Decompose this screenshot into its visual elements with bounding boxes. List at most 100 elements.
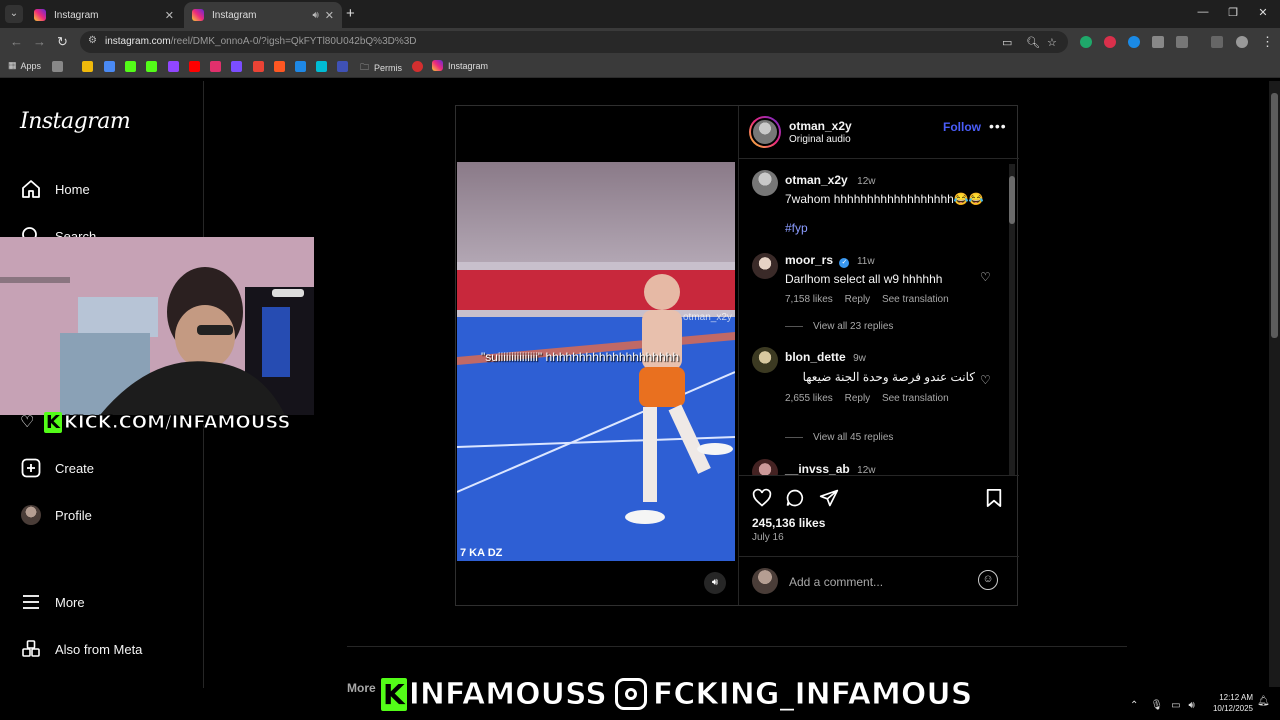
- more-options-icon[interactable]: •••: [989, 118, 1007, 134]
- zoom-icon[interactable]: 🔍︎: [1026, 36, 1040, 49]
- notification-bell-icon[interactable]: 🔔︎: [1257, 696, 1270, 707]
- comment-username[interactable]: otman_x2y: [785, 173, 848, 187]
- bookmark-icon[interactable]: [412, 61, 423, 72]
- emoji-picker-icon[interactable]: ☺: [978, 570, 998, 590]
- reply-button[interactable]: Reply: [845, 294, 871, 305]
- like-comment-icon[interactable]: ♡: [980, 373, 991, 387]
- author-avatar-ring[interactable]: [749, 116, 781, 148]
- likes-count[interactable]: 245,136 likes: [752, 516, 825, 530]
- bookmark-icon[interactable]: [295, 61, 306, 72]
- profile-avatar-icon[interactable]: [1236, 36, 1248, 48]
- close-tab-icon[interactable]: ✕: [325, 9, 334, 22]
- extension-icon[interactable]: [1152, 36, 1164, 48]
- comment-likes[interactable]: 7,158 likes: [785, 294, 833, 305]
- site-info-icon[interactable]: ⚙: [88, 35, 97, 46]
- volume-tray-icon[interactable]: 🔊︎: [1189, 700, 1195, 711]
- tab-search-button[interactable]: ⌄: [5, 5, 23, 23]
- minimize-button[interactable]: —: [1188, 6, 1218, 18]
- browser-tab[interactable]: Instagram ✕: [26, 2, 182, 28]
- cast-icon[interactable]: ▭: [1002, 36, 1012, 49]
- kick-bookmark-icon[interactable]: [125, 61, 136, 72]
- system-clock[interactable]: 12:12 AM 10/12/2025: [1203, 692, 1253, 714]
- extensions-puzzle-icon[interactable]: [1176, 36, 1188, 48]
- like-heart-icon[interactable]: [752, 488, 772, 513]
- comment-meta: 7,158 likes Reply See translation: [785, 294, 985, 305]
- network-icon[interactable]: ▭: [1171, 700, 1180, 711]
- audio-playing-icon[interactable]: 🔊︎: [312, 10, 318, 21]
- bookmark-icon[interactable]: [82, 61, 93, 72]
- follow-button[interactable]: Follow: [943, 120, 981, 134]
- nav-create[interactable]: Create: [20, 457, 94, 479]
- bookmark-icon[interactable]: [316, 61, 327, 72]
- post-header: otman_x2y Original audio Follow •••: [739, 106, 1019, 159]
- extension-icon[interactable]: [1128, 36, 1140, 48]
- back-icon[interactable]: ←: [10, 34, 23, 49]
- share-send-icon[interactable]: [819, 488, 839, 513]
- comment-username[interactable]: blon_dette: [785, 350, 846, 364]
- comment-username[interactable]: __invss_ab: [785, 462, 850, 475]
- reload-icon[interactable]: ↻: [57, 34, 68, 50]
- bookmark-folder-permis[interactable]: 🗀 Permis: [360, 60, 402, 76]
- extension-icon[interactable]: [1080, 36, 1092, 48]
- reading-list-icon[interactable]: [1211, 36, 1223, 48]
- avatar[interactable]: [752, 253, 778, 279]
- author-username[interactable]: otman_x2y: [789, 119, 852, 133]
- forward-icon[interactable]: →: [33, 34, 46, 49]
- comment-bubble-icon[interactable]: [785, 488, 805, 513]
- address-bar[interactable]: ⚙ instagram.com/reel/DMK_onnoA-0/?igsh=Q…: [80, 31, 1068, 53]
- youtube-bookmark-icon[interactable]: [189, 61, 200, 72]
- gmail-bookmark-icon[interactable]: [253, 61, 264, 72]
- bookmark-icon[interactable]: [231, 61, 242, 72]
- comment-username[interactable]: moor_rs: [785, 253, 833, 267]
- hashtag-link[interactable]: #fyp: [785, 221, 995, 235]
- add-comment-input[interactable]: Add a comment...: [789, 575, 883, 589]
- avatar[interactable]: [752, 347, 778, 373]
- see-translation-link[interactable]: See translation: [882, 393, 949, 404]
- bookmark-icon[interactable]: [274, 61, 285, 72]
- extension-icon[interactable]: [1104, 36, 1116, 48]
- audio-label[interactable]: Original audio: [789, 134, 851, 145]
- bookmark-icon[interactable]: [337, 61, 348, 72]
- menu-kebab-icon[interactable]: ⋮: [1261, 34, 1274, 50]
- nav-home[interactable]: Home: [20, 178, 90, 200]
- video-caption: "suiiiiiiiiiiiiiii" hhhhhhhhhhhhhhhhhhhh: [481, 350, 679, 364]
- instagram-bookmark-icon[interactable]: [210, 61, 221, 72]
- browser-tab-strip: ⌄ Instagram ✕ Instagram 🔊︎ ✕ + — ❐ ✕: [0, 0, 1280, 28]
- twitch-bookmark-icon[interactable]: [168, 61, 179, 72]
- notifications-heart-icon[interactable]: ♡: [20, 412, 34, 432]
- microphone-icon[interactable]: 🎙︎: [1150, 700, 1163, 711]
- view-replies-link[interactable]: View all 45 replies: [785, 432, 893, 443]
- volume-icon[interactable]: 🔊︎: [704, 572, 726, 594]
- see-translation-link[interactable]: See translation: [882, 294, 949, 305]
- scrollbar-thumb[interactable]: [1009, 176, 1015, 224]
- instagram-logo[interactable]: Instagram: [20, 109, 131, 134]
- view-replies-link[interactable]: View all 23 replies: [785, 321, 893, 332]
- avatar[interactable]: [752, 170, 778, 196]
- comments-scrollbar[interactable]: [1009, 164, 1015, 475]
- bookmark-star-icon[interactable]: ☆: [1047, 36, 1057, 49]
- bookmark-icon[interactable]: [52, 61, 63, 72]
- scrollbar-thumb[interactable]: [1271, 93, 1278, 338]
- chevron-up-icon[interactable]: ⌃: [1130, 700, 1138, 711]
- new-tab-button[interactable]: +: [346, 5, 355, 23]
- reel-video[interactable]: otman_x2y "suiiiiiiiiiiiiiii" hhhhhhhhhh…: [457, 162, 735, 561]
- restore-button[interactable]: ❐: [1218, 6, 1248, 19]
- bookmark-instagram[interactable]: Instagram: [432, 60, 488, 71]
- nav-profile[interactable]: Profile: [20, 504, 92, 526]
- browser-tab-active[interactable]: Instagram 🔊︎ ✕: [184, 2, 342, 28]
- close-tab-icon[interactable]: ✕: [165, 9, 174, 22]
- reply-button[interactable]: Reply: [845, 393, 871, 404]
- create-plus-icon: [20, 457, 42, 479]
- close-window-button[interactable]: ✕: [1248, 6, 1278, 19]
- comment-likes[interactable]: 2,655 likes: [785, 393, 833, 404]
- bookmark-icon[interactable]: [104, 61, 115, 72]
- kick-bookmark-icon[interactable]: [146, 61, 157, 72]
- save-bookmark-icon[interactable]: [985, 488, 1003, 513]
- bookmark-apps[interactable]: ▦ Apps: [8, 60, 41, 71]
- reel-card: otman_x2y "suiiiiiiiiiiiiiii" hhhhhhhhhh…: [455, 105, 1019, 606]
- page-scrollbar[interactable]: [1269, 81, 1280, 687]
- avatar[interactable]: [752, 459, 778, 475]
- nav-more[interactable]: More: [20, 591, 85, 613]
- nav-also-from-meta[interactable]: Also from Meta: [20, 638, 142, 660]
- like-comment-icon[interactable]: ♡: [980, 270, 991, 284]
